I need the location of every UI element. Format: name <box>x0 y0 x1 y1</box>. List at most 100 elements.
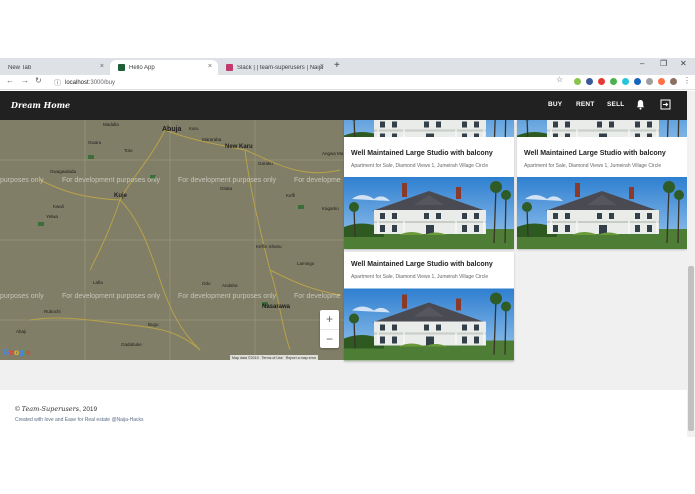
info-icon[interactable]: ⓘ <box>54 78 61 88</box>
map-zoom-control: + − <box>320 310 339 348</box>
profile-avatar-icon[interactable] <box>670 78 677 85</box>
zoom-out-button[interactable]: − <box>320 329 339 348</box>
listing-photo[interactable] <box>344 120 514 137</box>
extension-icon[interactable] <box>658 78 665 85</box>
listing-subtitle: Apartment for Sale, Diamond Views 1, Jum… <box>351 163 489 169</box>
listing-subtitle: Apartment for Sale, Diamond Views 1, Jum… <box>524 163 662 169</box>
listing-title[interactable]: Well Maintained Large Studio with balcon… <box>524 150 666 157</box>
browser-tabstrip: New Tab × Hello App × Slack | | team-sup… <box>0 58 695 75</box>
map-place-label: Gitata <box>220 186 233 191</box>
house-photo-image <box>344 120 514 137</box>
back-arrow-icon[interactable]: ← <box>6 76 14 85</box>
listing-photo[interactable] <box>517 177 687 249</box>
extension-icon[interactable] <box>646 78 653 85</box>
listing-card[interactable]: Well Maintained Large Studio with balcon… <box>517 120 687 249</box>
app-favicon-icon <box>118 64 125 71</box>
listing-card[interactable]: Well Maintained Large Studio with balcon… <box>344 120 514 249</box>
brand-logo[interactable]: Dream Home <box>11 100 70 110</box>
nav-buy[interactable]: BUY <box>548 101 562 108</box>
map-dev-watermark: purposes only <box>0 177 44 184</box>
house-photo-image <box>344 288 514 361</box>
map-place-label: Kuje <box>114 193 128 199</box>
map-place-label: Angwa Ma <box>322 151 344 156</box>
tab-close-icon[interactable]: × <box>320 63 324 70</box>
google-logo: Google <box>3 348 31 357</box>
bookmark-star-icon[interactable]: ☆ <box>556 75 563 84</box>
map-place-label: Kwali <box>53 204 64 209</box>
map-place-label: Bugu <box>148 322 159 327</box>
map-place-label: Nasarawa <box>262 304 291 310</box>
notification-bell-icon[interactable] <box>636 99 645 110</box>
map-terms-link[interactable]: Terms of Use <box>262 356 283 360</box>
slack-favicon-icon <box>226 64 233 71</box>
listing-card[interactable]: Well Maintained Large Studio with balcon… <box>344 252 514 361</box>
map-place-label: Karu <box>189 126 199 131</box>
listing-photo[interactable] <box>344 288 514 361</box>
map-dev-watermark: For developme <box>294 293 341 300</box>
footer-credit: Created with love and Ease for Real esta… <box>15 417 144 423</box>
logout-icon[interactable] <box>660 99 671 110</box>
listing-title[interactable]: Well Maintained Large Studio with balcon… <box>351 261 493 268</box>
screen: New Tab × Hello App × Slack | | team-sup… <box>0 0 695 494</box>
browser-menu-icon[interactable]: ⋮ <box>683 76 691 85</box>
listing-photo[interactable] <box>344 177 514 249</box>
forward-arrow-icon[interactable]: → <box>21 76 29 85</box>
map-place-label: Andaha <box>222 283 238 288</box>
map-place-label: Lafia <box>93 280 103 285</box>
listing-photo[interactable] <box>517 120 687 137</box>
minimize-icon[interactable]: – <box>640 59 644 68</box>
page-scrollbar[interactable] <box>687 91 695 437</box>
map-report-link[interactable]: Report a map error <box>286 356 316 360</box>
map-place-label: Yelwa <box>46 214 58 219</box>
map-place-label: Keffi <box>286 193 295 198</box>
listing-subtitle: Apartment for Sale, Diamond Views 1, Jum… <box>351 274 489 280</box>
house-photo-image <box>517 120 687 137</box>
map-place-label: Gwaru <box>88 140 102 145</box>
scrollbar-thumb[interactable] <box>688 266 694 431</box>
extension-icon[interactable] <box>598 78 605 85</box>
address-bar[interactable]: ⓘ localhost:3000/buy <box>54 77 574 88</box>
url-path: :3000/buy <box>88 79 116 86</box>
page-footer: © Team-Superusers, 2019 Created with lov… <box>0 390 687 494</box>
tab-close-icon[interactable]: × <box>208 63 212 70</box>
extension-icon[interactable] <box>610 78 617 85</box>
map-place-label: New Karu <box>225 144 253 150</box>
map-dev-watermark: For development purposes only <box>62 293 161 300</box>
window-close-icon[interactable]: ✕ <box>680 59 687 68</box>
zoom-in-button[interactable]: + <box>320 310 339 329</box>
tab-close-icon[interactable]: × <box>100 63 104 70</box>
tab-label: New Tab <box>8 64 32 71</box>
house-photo-image <box>344 177 514 249</box>
house-photo-image <box>517 177 687 249</box>
copyright-symbol: © <box>15 406 22 413</box>
map-view[interactable]: Madalla Abuja Karu Gwaru Toto Mararaba N… <box>0 120 344 360</box>
nav-sell[interactable]: SELL <box>607 101 624 108</box>
map-roads <box>0 120 344 360</box>
copyright-year: , 2019 <box>79 406 98 413</box>
browser-tab-hello-app[interactable]: Hello App × <box>110 60 218 75</box>
extension-icon[interactable] <box>634 78 641 85</box>
url-host: localhost <box>65 79 89 86</box>
listing-title[interactable]: Well Maintained Large Studio with balcon… <box>351 150 493 157</box>
maximize-icon[interactable]: ❐ <box>660 59 667 68</box>
browser-toolbar: ← → ↻ ⓘ localhost:3000/buy ☆ ⋮ <box>0 75 695 90</box>
map-data-text: Map data ©2019 <box>232 355 259 360</box>
extension-icon[interactable] <box>622 78 629 85</box>
nav-rent[interactable]: RENT <box>576 101 595 108</box>
browser-tab-new-tab[interactable]: New Tab × <box>0 60 110 75</box>
map-dev-watermark: For development purposes only <box>178 177 277 184</box>
map-place-label: Odu <box>202 281 211 286</box>
extension-icon[interactable] <box>574 78 581 85</box>
map-place-label: Keffin Shanu <box>256 244 282 249</box>
map-place-label: Abaji <box>16 329 27 334</box>
map-place-label: Mararaba <box>202 137 222 142</box>
reload-icon[interactable]: ↻ <box>35 76 42 85</box>
browser-tab-slack[interactable]: Slack | | team-superusers | Naija × <box>218 60 330 75</box>
map-place-label: Toto <box>124 148 133 153</box>
map-dev-watermark: For developme <box>294 177 341 184</box>
map-place-label: Gadabuke <box>121 342 142 347</box>
new-tab-button[interactable]: + <box>334 60 340 71</box>
main-content: Madalla Abuja Karu Gwaru Toto Mararaba N… <box>0 120 687 390</box>
map-place-label: Lamingo <box>297 261 315 266</box>
extension-icon[interactable] <box>586 78 593 85</box>
